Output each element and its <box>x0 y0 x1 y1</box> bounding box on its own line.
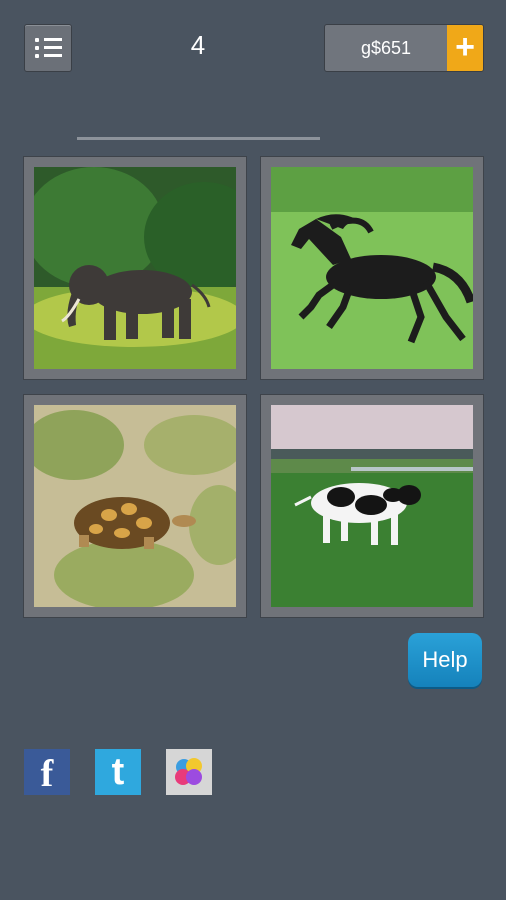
menu-button[interactable] <box>24 24 72 72</box>
picture-tile-elephant[interactable] <box>24 157 246 379</box>
picture-tile-tortoise[interactable] <box>24 395 246 617</box>
picture-tile-horse[interactable] <box>261 157 483 379</box>
help-button[interactable]: Help <box>408 633 482 687</box>
twitter-button[interactable]: t <box>95 749 141 795</box>
facebook-icon: f <box>40 753 54 795</box>
twitter-icon: t <box>111 751 125 793</box>
add-coins-button[interactable]: + <box>447 25 483 71</box>
menu-icon <box>35 38 39 42</box>
level-number: 4 <box>190 30 206 60</box>
tortoise-image <box>34 405 236 607</box>
game-center-button[interactable] <box>166 749 212 795</box>
elephant-image <box>34 167 236 369</box>
picture-tile-cow[interactable] <box>261 395 483 617</box>
horse-image <box>271 167 473 369</box>
cow-image <box>271 405 473 607</box>
coin-amount: g$651 <box>360 38 412 58</box>
coin-balance[interactable]: g$651 + <box>324 24 484 72</box>
facebook-button[interactable]: f <box>24 749 70 795</box>
game-center-icon <box>175 758 202 785</box>
answer-slot <box>77 137 320 140</box>
